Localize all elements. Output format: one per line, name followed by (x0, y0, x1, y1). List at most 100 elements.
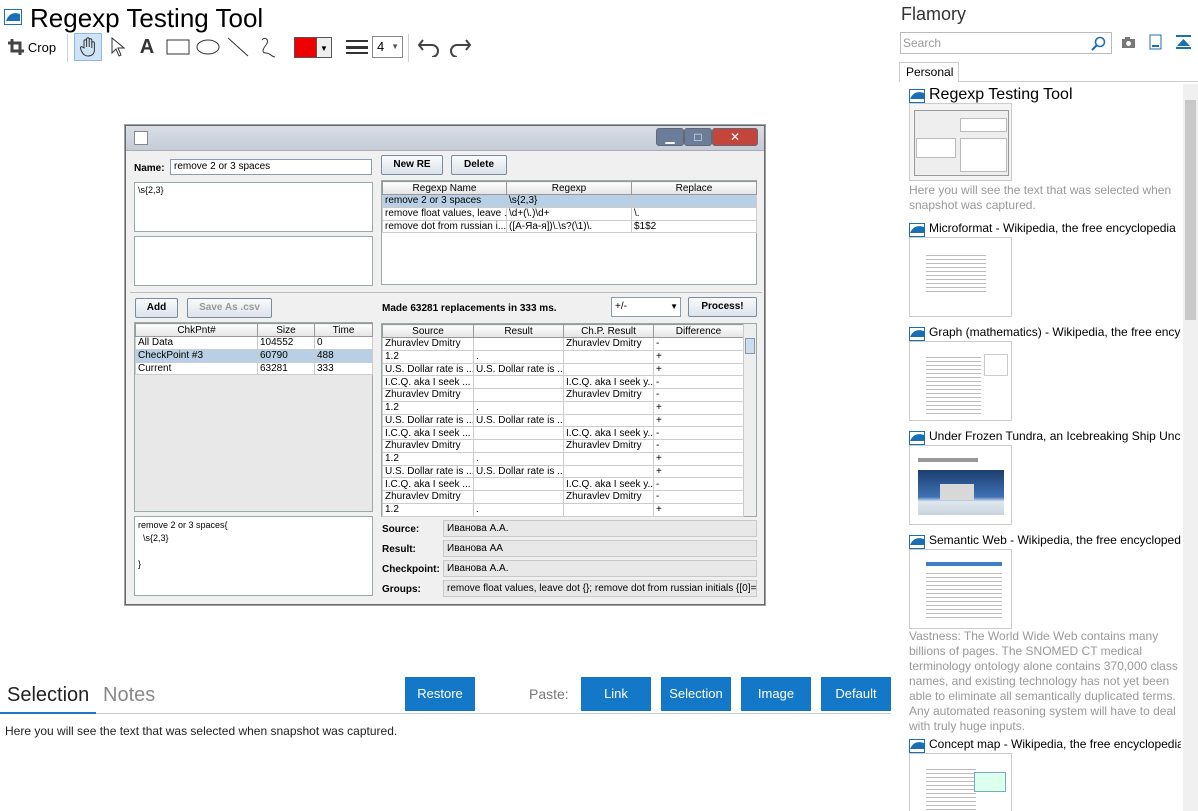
line-tool-button[interactable] (225, 33, 251, 61)
table-cell: + (653, 362, 744, 377)
table-row: I.C.Q. aka I seek ... I.C.Q. aka I seek y… (382, 477, 744, 491)
snapshot-item[interactable]: Microformat - Wikipedia, the free encycl… (909, 221, 1181, 321)
snapshot-item[interactable]: Concept map - Wikipedia, the free encycl… (909, 737, 1181, 811)
snapshot-title: Regexp Testing Tool (929, 86, 1073, 103)
table-cell (563, 451, 654, 466)
line-width-value: 4 (377, 39, 385, 54)
table-row: remove dot from russian i... ([А-Яа-я])\.… (382, 219, 757, 234)
table-cell (473, 439, 564, 453)
table-row: CheckPoint #3 60790 488 (135, 348, 373, 363)
table-cell: 1.2 (382, 349, 474, 364)
table-cell (473, 375, 564, 389)
search-input[interactable] (903, 35, 1085, 51)
sidebar-title: Flamory (901, 4, 967, 24)
camera-icon[interactable] (1121, 36, 1136, 49)
table-cell: I.C.Q. aka I seek y... (563, 477, 654, 491)
table-cell: + (653, 464, 744, 479)
rectangle-tool-button[interactable] (164, 33, 192, 61)
page-icon (909, 431, 925, 445)
table-cell: 0 (314, 336, 373, 350)
text-tool-button[interactable]: A (135, 33, 159, 61)
freehand-tool-button[interactable] (255, 33, 281, 61)
table-cell (563, 464, 654, 479)
snapshot-image: ▁ □ ✕ Name: remove 2 or 3 spaces \s{2,3}… (125, 125, 765, 605)
column-header: Size (257, 323, 315, 337)
tab-divider (959, 81, 1198, 82)
regexp-table: Regexp Name Regexp Replace remove 2 or 3 s… (382, 181, 757, 234)
table-cell: + (653, 413, 744, 428)
table-cell (563, 362, 654, 377)
document-icon[interactable] (1149, 34, 1162, 50)
table-cell: - (653, 388, 744, 402)
undo-button[interactable] (416, 33, 442, 61)
table-cell (563, 349, 654, 364)
tab-personal[interactable]: Personal (899, 62, 959, 82)
line-width-icon (344, 33, 370, 61)
page-icon (909, 89, 925, 103)
crop-button[interactable]: Crop (6, 33, 58, 61)
column-header: Regexp Name (382, 181, 507, 195)
search-box[interactable] (900, 32, 1112, 54)
status-text: Made 63281 replacements in 333 ms. (382, 303, 557, 314)
search-icon[interactable] (1091, 36, 1106, 51)
page-icon (909, 223, 925, 237)
toolbar-divider (408, 34, 409, 62)
snapshot-item[interactable]: Under Frozen Tundra, an Icebreaking Ship… (909, 429, 1181, 529)
table-cell (631, 194, 757, 208)
table-row: All Data 104552 0 (135, 336, 373, 350)
table-cell: \d+(\.)\d+ (506, 206, 632, 221)
chevron-down-icon: ▼ (670, 302, 678, 311)
ellipse-tool-button[interactable] (194, 33, 222, 61)
table-row: U.S. Dollar rate is ... U.S. Dollar rate … (382, 362, 744, 377)
name-field: remove 2 or 3 spaces (170, 159, 372, 175)
table-cell (563, 413, 654, 428)
paste-selection-button[interactable]: Selection (661, 677, 731, 711)
script-preview: remove 2 or 3 spaces{ \s{2,3} } (134, 516, 373, 596)
collapse-up-icon[interactable] (1175, 34, 1192, 50)
snapshot-item[interactable]: Regexp Testing Tool Here you will see th… (909, 86, 1181, 217)
page-icon (909, 739, 925, 753)
snapshot-thumbnail (909, 753, 1012, 811)
line-width-select[interactable]: 4 ▼ (372, 33, 403, 61)
result-table: Source Result Ch.P. Result Difference Zhura… (382, 324, 744, 517)
table-cell: - (653, 375, 744, 389)
sidebar-scroll-thumb[interactable] (1185, 100, 1196, 320)
table-cell: . (473, 400, 564, 415)
minimize-button: ▁ (656, 128, 684, 146)
color-picker[interactable]: ▼ (293, 33, 333, 61)
table-cell: $1$2 (631, 219, 757, 234)
redo-button[interactable] (447, 33, 473, 61)
select-tool-button[interactable] (107, 33, 129, 61)
snapshot-thumbnail (909, 237, 1012, 317)
java-app-icon (134, 131, 148, 145)
snapshot-item[interactable]: Semantic Web - Wikipedia, the free encyc… (909, 533, 1181, 733)
paste-link-button[interactable]: Link (581, 677, 651, 711)
snapshot-title: Semantic Web - Wikipedia, the free encyc… (929, 533, 1181, 547)
checkpoint-label: Checkpoint: (382, 564, 440, 575)
table-cell: + (653, 502, 744, 517)
snapshot-description: Here you will see the text that was sele… (909, 183, 1172, 212)
table-cell: + (653, 400, 744, 415)
paste-image-button[interactable]: Image (741, 677, 811, 711)
table-cell: I.C.Q. aka I seek ... (382, 477, 474, 491)
table-cell: ([А-Яа-я])\.\s?(\1)\. (506, 219, 632, 234)
ellipse-icon (196, 39, 220, 55)
table-row: U.S. Dollar rate is ... U.S. Dollar rate … (382, 464, 744, 479)
table-cell: Current (135, 361, 258, 376)
tab-selection[interactable]: Selection (7, 684, 89, 707)
page-title: Regexp Testing Tool (30, 3, 264, 33)
column-header: Difference (653, 324, 744, 338)
pan-tool-button[interactable] (74, 33, 102, 61)
paste-default-button[interactable]: Default (821, 677, 891, 711)
restore-button[interactable]: Restore (405, 677, 475, 711)
groups-label: Groups: (382, 584, 421, 595)
table-cell (563, 502, 654, 517)
table-row: 1.2. + (382, 502, 744, 517)
table-row: 1.2. + (382, 400, 744, 415)
result-label: Result: (382, 544, 416, 555)
table-row: Zhuravlev Dmitry Zhuravlev Dmitry - (382, 490, 744, 504)
tab-notes[interactable]: Notes (103, 684, 155, 707)
source-label: Source: (382, 524, 420, 535)
snapshot-item[interactable]: Graph (mathematics) - Wikipedia, the fre… (909, 325, 1181, 425)
table-cell: U.S. Dollar rate is ... (382, 464, 474, 479)
